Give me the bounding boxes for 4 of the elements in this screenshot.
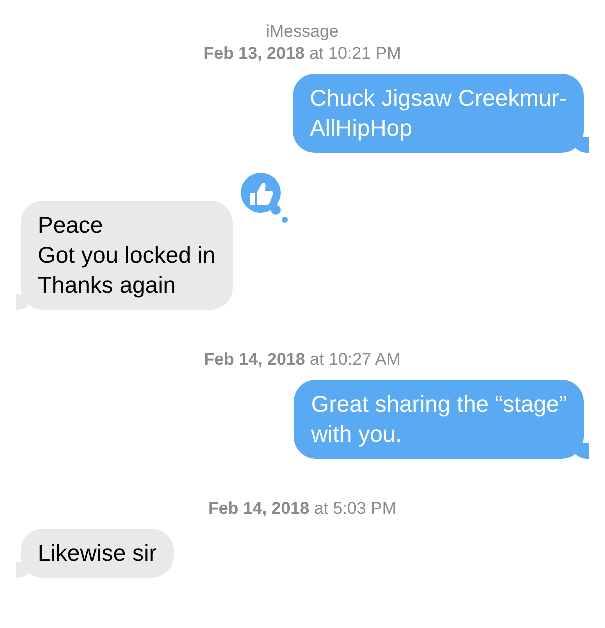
timestamp: Feb 13, 2018 at 10:21 PM	[204, 44, 402, 64]
timestamp: Feb 14, 2018 at 5:03 PM	[208, 499, 397, 519]
service-label: iMessage	[266, 22, 339, 42]
timestamp: Feb 14, 2018 at 10:27 AM	[204, 350, 401, 370]
